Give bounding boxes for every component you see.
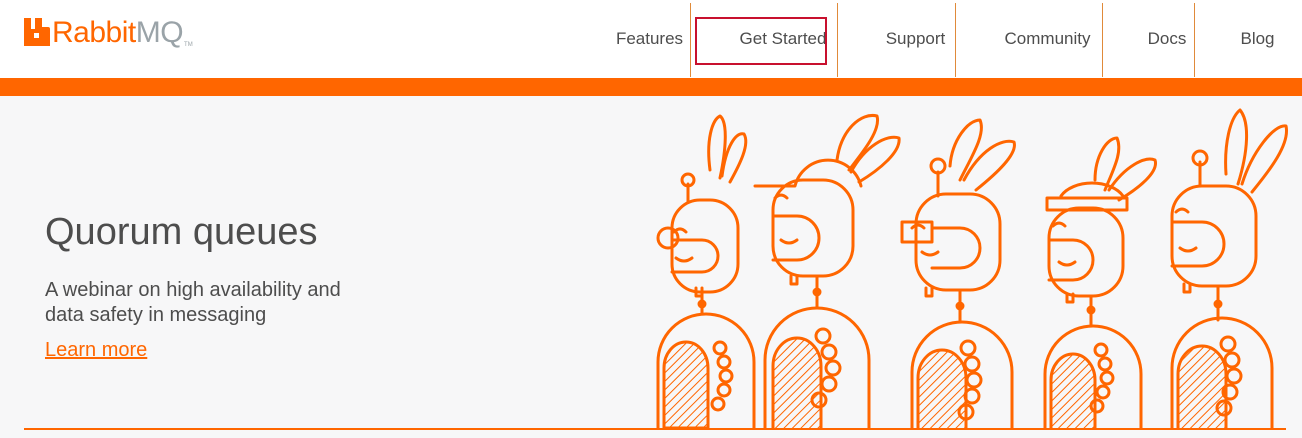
nav-community[interactable]: Community bbox=[974, 0, 1121, 78]
nav-divider bbox=[1102, 3, 1103, 77]
rabbit-robot bbox=[656, 114, 756, 430]
rabbitmq-logo[interactable]: RabbitMQ TM bbox=[22, 16, 193, 56]
nav-features[interactable]: Features bbox=[590, 0, 709, 78]
hero-baseline bbox=[24, 428, 1286, 430]
nav-divider bbox=[1194, 3, 1195, 77]
nav-support[interactable]: Support bbox=[857, 0, 974, 78]
robot-rabbits-illustration bbox=[656, 108, 1288, 430]
hero-subtitle: A webinar on high availability and data … bbox=[45, 279, 341, 326]
logo-wordmark: RabbitMQ bbox=[52, 16, 184, 49]
header-accent-bar bbox=[0, 78, 1302, 96]
learn-more-link[interactable]: Learn more bbox=[45, 337, 147, 363]
nav-blog[interactable]: Blog bbox=[1213, 0, 1302, 78]
site-header: RabbitMQ TM Features Get Started Support… bbox=[0, 0, 1302, 78]
rabbit-robot bbox=[753, 113, 901, 430]
rabbit-robot bbox=[900, 118, 1016, 430]
rabbitmq-logo-icon bbox=[24, 18, 50, 46]
rabbit-robot bbox=[1043, 136, 1157, 430]
nav-divider bbox=[690, 3, 691, 77]
nav-docs[interactable]: Docs bbox=[1121, 0, 1213, 78]
logo-trademark: TM bbox=[184, 42, 193, 48]
hero-title: Quorum queues bbox=[45, 211, 318, 253]
nav-active-indicator bbox=[695, 17, 827, 65]
rabbit-robot bbox=[1170, 108, 1288, 430]
nav-divider bbox=[837, 3, 838, 77]
nav-divider bbox=[955, 3, 956, 77]
